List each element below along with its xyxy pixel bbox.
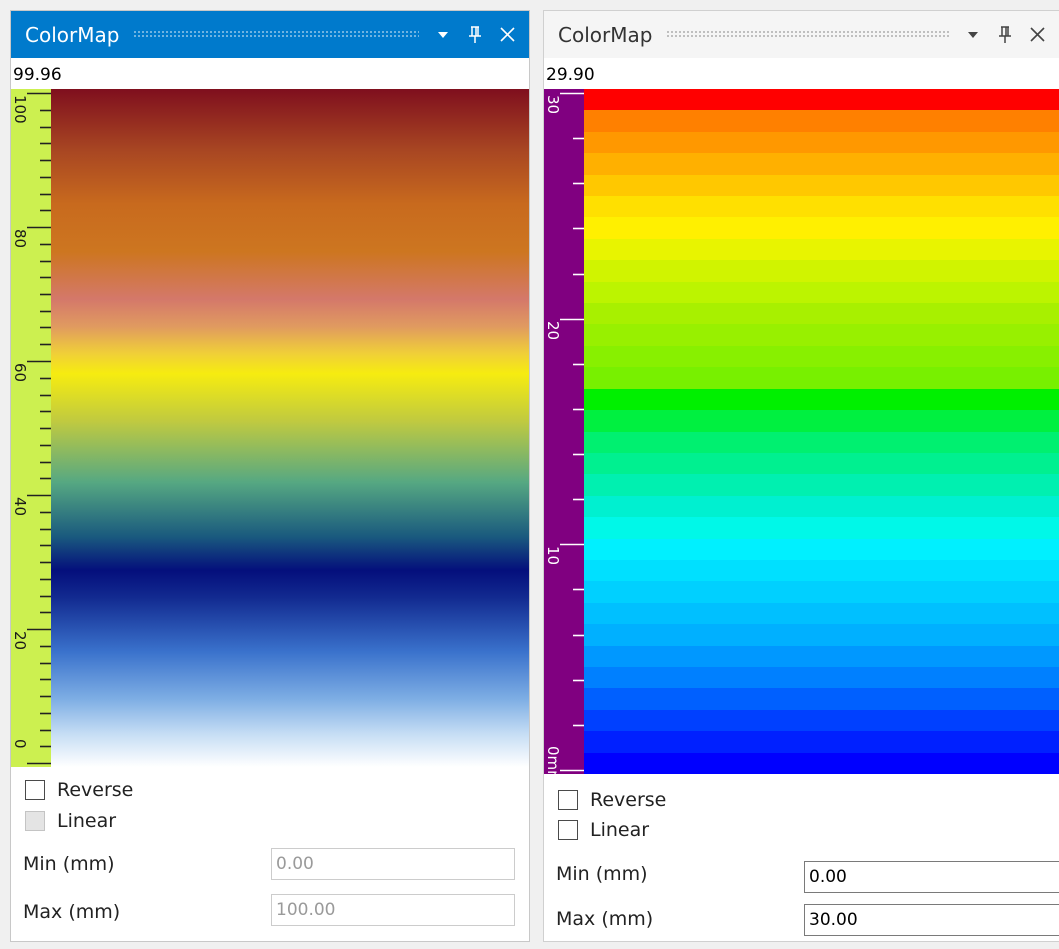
color-band xyxy=(584,153,1059,175)
color-band xyxy=(584,624,1059,646)
panel-title: ColorMap xyxy=(558,22,653,47)
color-band xyxy=(584,646,1059,667)
min-label: Min (mm) xyxy=(556,863,648,885)
color-band xyxy=(584,217,1059,239)
scale-ruler: 30 20 10 0mm xyxy=(544,89,584,785)
scale-label: 80 xyxy=(11,229,29,249)
color-band xyxy=(584,710,1059,731)
reverse-checkbox[interactable]: Reverse xyxy=(558,789,666,811)
color-band xyxy=(584,474,1059,496)
color-band xyxy=(584,432,1059,453)
color-band xyxy=(584,196,1059,217)
scale-ticks xyxy=(27,92,51,765)
max-label: Max (mm) xyxy=(23,901,121,923)
color-band xyxy=(584,539,1059,560)
close-icon[interactable] xyxy=(1027,24,1047,46)
linear-checkbox-box[interactable] xyxy=(25,811,45,831)
color-band xyxy=(584,110,1059,132)
reverse-checkbox[interactable]: Reverse xyxy=(25,779,133,801)
drag-grip[interactable] xyxy=(666,30,949,39)
color-band xyxy=(584,410,1059,432)
pin-icon[interactable] xyxy=(465,24,485,46)
color-band xyxy=(584,603,1059,624)
color-band xyxy=(584,282,1059,303)
scale-label: 20 xyxy=(544,320,562,340)
colormap-panel-left: ColorMap 99.96 100 80 60 40 20 0 Reverse Line… xyxy=(10,10,530,942)
scale-label: 40 xyxy=(11,497,29,517)
min-input[interactable] xyxy=(804,861,1059,893)
min-input[interactable] xyxy=(271,848,515,880)
reverse-label: Reverse xyxy=(57,779,134,801)
linear-checkbox[interactable]: Linear xyxy=(25,810,116,832)
scale-ruler: 100 80 60 40 20 0 xyxy=(11,89,51,767)
color-band xyxy=(584,496,1059,517)
color-band xyxy=(584,132,1059,153)
color-band xyxy=(584,260,1059,282)
close-icon[interactable] xyxy=(497,24,517,46)
scale-label: 30 xyxy=(544,95,562,115)
scale-label: 20 xyxy=(11,631,29,651)
linear-label: Linear xyxy=(57,810,117,832)
linear-label: Linear xyxy=(590,819,650,841)
value-readout: 99.96 xyxy=(13,65,62,85)
scale-label: 60 xyxy=(11,363,29,383)
min-label: Min (mm) xyxy=(23,853,115,875)
linear-checkbox-box[interactable] xyxy=(558,820,578,840)
color-band xyxy=(584,667,1059,688)
panel-title: ColorMap xyxy=(25,22,120,47)
scale-label: 0 xyxy=(11,739,29,749)
reverse-checkbox-box[interactable] xyxy=(558,790,578,810)
color-band xyxy=(584,324,1059,346)
color-band xyxy=(584,239,1059,260)
reverse-label: Reverse xyxy=(590,789,667,811)
scale-ticks xyxy=(560,92,584,772)
panel-titlebar[interactable]: ColorMap xyxy=(544,11,1059,58)
dropdown-icon[interactable] xyxy=(963,24,983,46)
color-band xyxy=(584,89,1059,110)
colormap-gradient[interactable] xyxy=(51,89,529,767)
color-band xyxy=(584,560,1059,581)
color-band xyxy=(584,453,1059,474)
scale-label: 10 xyxy=(544,546,562,566)
scale-label: 100 xyxy=(11,95,29,124)
color-band xyxy=(584,581,1059,603)
colormap-panel-right: ColorMap 29.90 30 20 10 0mm Reverse Linear … xyxy=(543,10,1059,942)
max-label: Max (mm) xyxy=(556,908,654,930)
color-band xyxy=(584,346,1059,367)
color-band xyxy=(584,731,1059,753)
drag-grip[interactable] xyxy=(133,30,419,39)
pin-icon[interactable] xyxy=(995,24,1015,46)
max-input[interactable] xyxy=(271,894,515,926)
color-band xyxy=(584,175,1059,196)
reverse-checkbox-box[interactable] xyxy=(25,780,45,800)
scale-label: 0mm xyxy=(544,746,562,785)
color-band xyxy=(584,303,1059,324)
dropdown-icon[interactable] xyxy=(433,24,453,46)
color-band xyxy=(584,367,1059,389)
color-band xyxy=(584,688,1059,710)
colormap-bands[interactable] xyxy=(584,89,1059,774)
color-band xyxy=(584,753,1059,774)
max-input[interactable] xyxy=(804,904,1059,936)
linear-checkbox[interactable]: Linear xyxy=(558,819,649,841)
panel-titlebar[interactable]: ColorMap xyxy=(11,11,529,58)
value-readout: 29.90 xyxy=(546,65,595,85)
color-band xyxy=(584,389,1059,410)
color-band xyxy=(584,517,1059,539)
